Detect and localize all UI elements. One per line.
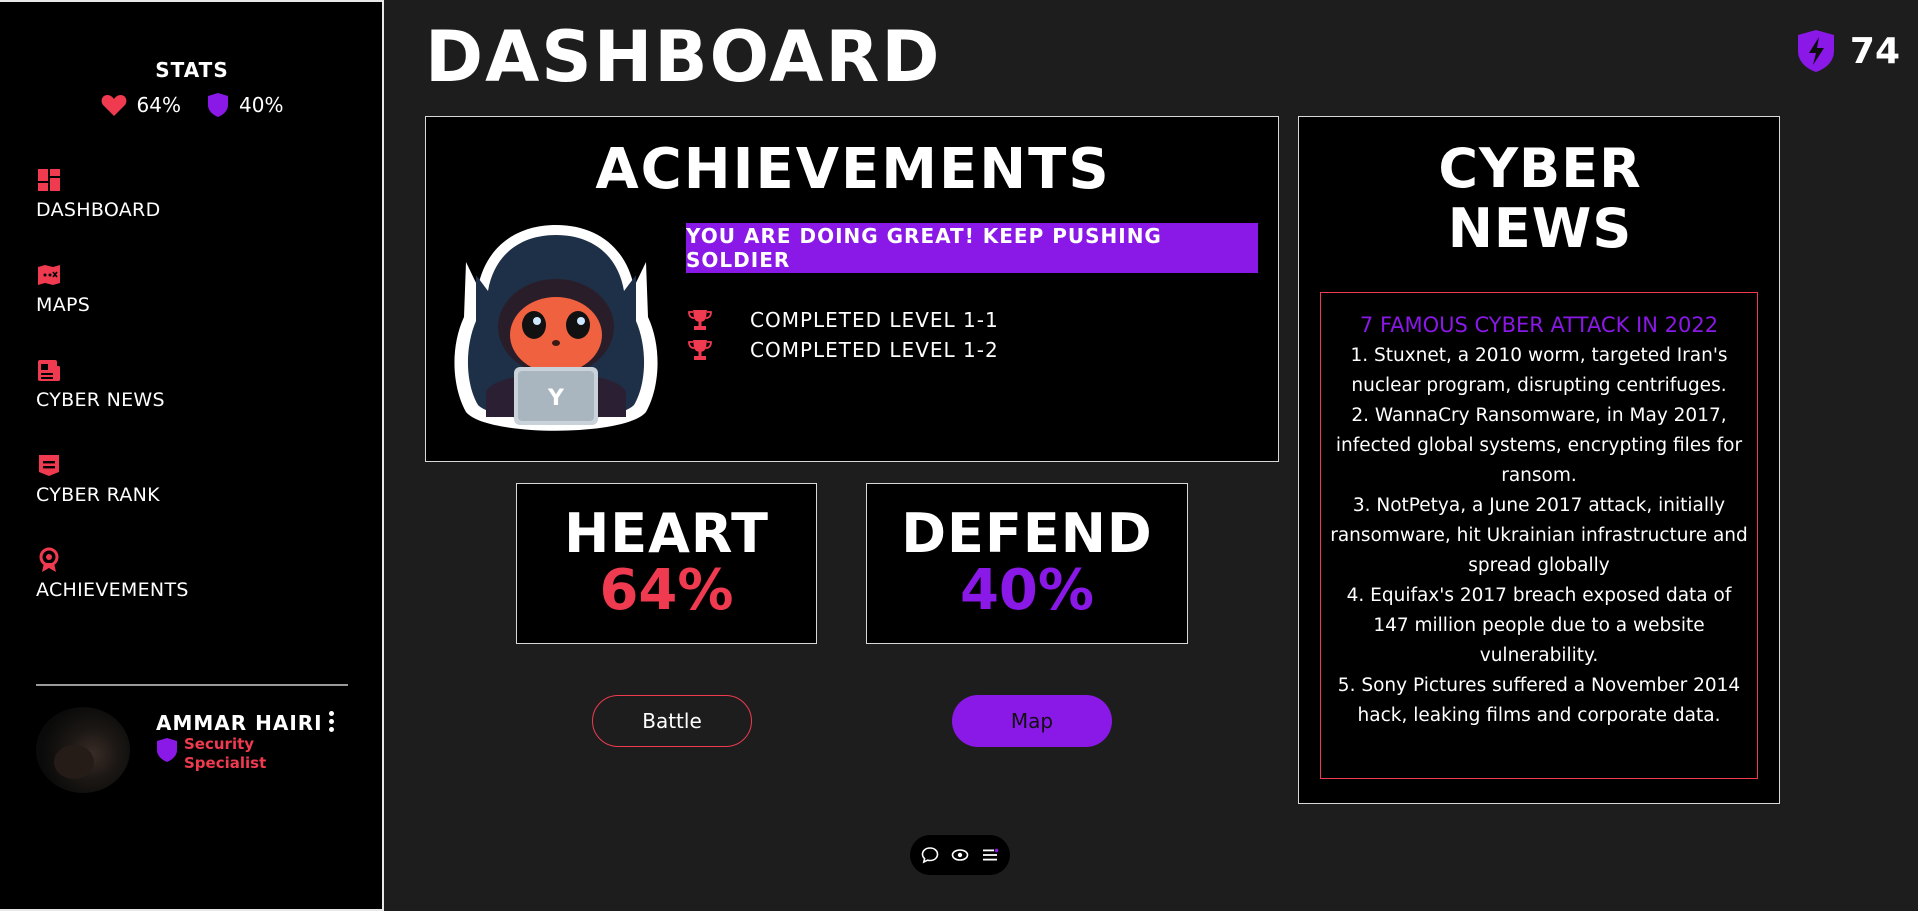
- achievements-panel: ACHIEVEMENTS Y YOU ARE DOING GREAT! KEEP…: [425, 116, 1279, 462]
- shield-icon: [208, 93, 228, 117]
- defend-stat-value: 40%: [239, 93, 284, 117]
- profile-role: Security Specialist: [184, 735, 267, 772]
- profile-card: AMMAR HAIRI Security Specialist: [36, 707, 348, 797]
- sidebar-item-dashboard[interactable]: DASHBOARD: [36, 167, 189, 262]
- rank-icon: [39, 455, 59, 476]
- trophy-icon: [688, 310, 712, 330]
- map-icon: [38, 265, 60, 285]
- points-indicator: 74: [1796, 28, 1900, 74]
- cyber-news-title: CYBER NEWS: [1299, 139, 1781, 259]
- list-item: COMPLETED LEVEL 1-1: [688, 305, 999, 335]
- stats-panel: STATS 64% 40%: [0, 58, 384, 118]
- profile-name: AMMAR HAIRI: [156, 711, 323, 735]
- defend-stat: 40%: [207, 92, 283, 118]
- eye-icon[interactable]: [951, 846, 969, 864]
- hacker-cat-mascot: Y: [454, 225, 658, 431]
- avatar[interactable]: [36, 707, 130, 793]
- app: STATS 64% 40% DASHBOARD MAPS CYBER NEWS …: [0, 0, 1918, 911]
- achievement-label: COMPLETED LEVEL 1-1: [750, 308, 999, 332]
- sidebar-item-label: ACHIEVEMENTS: [36, 579, 189, 601]
- list-item: COMPLETED LEVEL 1-2: [688, 335, 999, 365]
- svg-text:Y: Y: [547, 386, 565, 411]
- sidebar-item-label: MAPS: [36, 294, 91, 316]
- newspaper-icon: [38, 360, 60, 381]
- sidebar-item-maps[interactable]: MAPS: [36, 262, 189, 357]
- news-heading: 7 FAMOUS CYBER ATTACK IN 2022: [1359, 313, 1719, 337]
- sidebar-item-cyber-news[interactable]: CYBER NEWS: [36, 357, 189, 452]
- shield-bolt-icon: [1797, 30, 1834, 72]
- page-title: DASHBOARD: [425, 16, 942, 98]
- sidebar-item-achievements[interactable]: ACHIEVEMENTS: [36, 547, 189, 642]
- news-item: 2. WannaCry Ransomware, in May 2017, inf…: [1335, 405, 1743, 486]
- defend-card: DEFEND 40%: [866, 483, 1188, 644]
- shield-icon: [157, 738, 177, 762]
- more-options-icon[interactable]: [324, 709, 338, 733]
- news-item: 5. Sony Pictures suffered a November 201…: [1337, 675, 1741, 726]
- achievements-title: ACHIEVEMENTS: [595, 137, 1111, 202]
- sidebar-item-label: CYBER NEWS: [36, 389, 165, 411]
- news-item: 4. Equifax's 2017 breach exposed data of…: [1346, 585, 1732, 666]
- sidebar-item-cyber-rank[interactable]: CYBER RANK: [36, 452, 189, 547]
- heart-card-title: HEART: [564, 502, 769, 565]
- news-article: 7 FAMOUS CYBER ATTACK IN 2022 1. Stuxnet…: [1320, 292, 1758, 779]
- cyber-news-panel: CYBER NEWS 7 FAMOUS CYBER ATTACK IN 2022…: [1298, 116, 1780, 804]
- sidebar-nav: DASHBOARD MAPS CYBER NEWS CYBER RANK ACH…: [36, 167, 189, 642]
- achievement-list: COMPLETED LEVEL 1-1 COMPLETED LEVEL 1-2: [688, 305, 999, 365]
- map-button[interactable]: Map: [952, 695, 1112, 747]
- cyber-news-title-line2: NEWS: [1447, 197, 1633, 260]
- news-item: 3. NotPetya, a June 2017 attack, initial…: [1330, 495, 1748, 576]
- floating-toolbar: [910, 835, 1010, 875]
- sidebar-divider: [36, 684, 348, 686]
- sidebar-item-label: DASHBOARD: [36, 199, 161, 221]
- heart-stat: 64%: [101, 92, 181, 118]
- points-value: 74: [1849, 30, 1900, 72]
- defend-card-title: DEFEND: [901, 502, 1153, 565]
- stats-row: 64% 40%: [0, 92, 384, 118]
- heart-card: HEART 64%: [516, 483, 817, 644]
- defend-card-value: 40%: [959, 558, 1095, 623]
- sidebar-item-label: CYBER RANK: [36, 484, 160, 506]
- battle-button[interactable]: Battle: [592, 695, 752, 747]
- heart-icon: [101, 95, 126, 116]
- chat-icon[interactable]: [921, 846, 939, 864]
- trophy-icon: [688, 340, 712, 360]
- list-menu-icon[interactable]: [981, 846, 999, 864]
- heart-card-value: 64%: [599, 558, 734, 623]
- news-body: 1. Stuxnet, a 2010 worm, targeted Iran's…: [1327, 341, 1751, 731]
- dashboard-icon: [38, 169, 60, 191]
- heart-stat-value: 64%: [136, 93, 181, 117]
- cyber-news-title-line1: CYBER: [1438, 137, 1642, 200]
- achievement-label: COMPLETED LEVEL 1-2: [750, 338, 999, 362]
- award-icon: [39, 547, 59, 572]
- stats-title: STATS: [155, 58, 229, 82]
- sidebar: STATS 64% 40% DASHBOARD MAPS CYBER NEWS …: [0, 0, 384, 911]
- motivation-banner: YOU ARE DOING GREAT! KEEP PUSHING SOLDIE…: [686, 223, 1258, 273]
- news-item: 1. Stuxnet, a 2010 worm, targeted Iran's…: [1350, 345, 1728, 396]
